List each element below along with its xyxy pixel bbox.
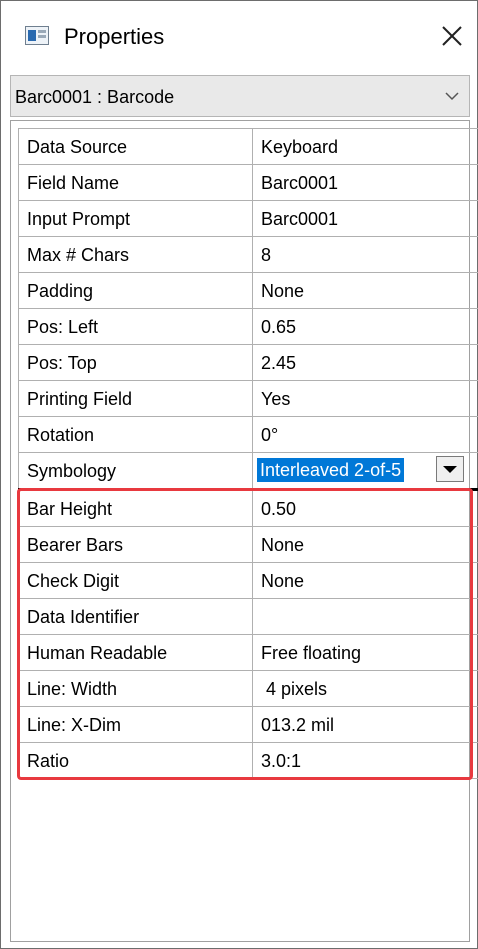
close-icon[interactable] xyxy=(437,21,467,51)
property-value[interactable]: Barc0001 xyxy=(252,200,478,237)
property-grid: Data Source Keyboard Field Name Barc0001… xyxy=(10,120,478,942)
property-name: Check Digit xyxy=(18,562,253,599)
property-row[interactable]: Padding None xyxy=(18,272,478,309)
property-row[interactable]: Bearer Bars None xyxy=(18,526,478,563)
property-value[interactable]: 0.65 xyxy=(252,308,478,345)
property-name: Line: Width xyxy=(18,670,253,707)
property-value[interactable]: None xyxy=(252,562,478,599)
property-name: Symbology xyxy=(18,452,253,491)
property-name: Bearer Bars xyxy=(18,526,253,563)
property-name: Data Identifier xyxy=(18,598,253,635)
property-value[interactable]: Keyboard xyxy=(252,128,478,165)
property-value[interactable]: 8 xyxy=(252,236,478,273)
properties-window: Properties Barc0001 : Barcode Data Sourc… xyxy=(0,0,478,949)
property-row-symbology[interactable]: Symbology Interleaved 2-of-5 xyxy=(18,452,478,491)
property-row[interactable]: Line: X-Dim 013.2 mil xyxy=(18,706,478,743)
property-value[interactable]: 0° xyxy=(252,416,478,453)
property-name: Bar Height xyxy=(18,489,253,527)
property-row[interactable]: Data Source Keyboard xyxy=(18,128,478,165)
property-name: Printing Field xyxy=(18,380,253,417)
property-value[interactable]: None xyxy=(252,526,478,563)
property-name: Pos: Left xyxy=(18,308,253,345)
property-name: Data Source xyxy=(18,128,253,165)
property-name: Max # Chars xyxy=(18,236,253,273)
property-name: Line: X-Dim xyxy=(18,706,253,743)
property-name: Rotation xyxy=(18,416,253,453)
property-name: Ratio xyxy=(18,742,253,779)
property-value[interactable]: Yes xyxy=(252,380,478,417)
property-table: Data Source Keyboard Field Name Barc0001… xyxy=(18,128,478,779)
property-row[interactable]: Human Readable Free floating xyxy=(18,634,478,671)
property-row[interactable]: Bar Height 0.50 xyxy=(18,489,478,527)
property-row[interactable]: Max # Chars 8 xyxy=(18,236,478,273)
symbology-selected-value[interactable]: Interleaved 2-of-5 xyxy=(257,458,405,482)
property-value[interactable]: 013.2 mil xyxy=(252,706,478,743)
property-row[interactable]: Data Identifier xyxy=(18,598,478,635)
property-value[interactable] xyxy=(252,598,478,635)
symbology-dropdown[interactable]: Interleaved 2-of-5 xyxy=(252,452,478,491)
property-row[interactable]: Pos: Top 2.45 xyxy=(18,344,478,381)
object-selector-dropdown[interactable]: Barc0001 : Barcode xyxy=(10,75,470,117)
property-value[interactable]: Free floating xyxy=(252,634,478,671)
property-value[interactable]: None xyxy=(252,272,478,309)
property-name: Padding xyxy=(18,272,253,309)
property-row[interactable]: Ratio 3.0:1 xyxy=(18,742,478,779)
property-row[interactable]: Printing Field Yes xyxy=(18,380,478,417)
property-row[interactable]: Line: Width 4 pixels xyxy=(18,670,478,707)
window-title: Properties xyxy=(64,24,165,49)
properties-window-icon xyxy=(25,26,49,45)
property-value[interactable]: Barc0001 xyxy=(252,164,478,201)
property-name: Input Prompt xyxy=(18,200,253,237)
property-row[interactable]: Input Prompt Barc0001 xyxy=(18,200,478,237)
object-selector-value: Barc0001 : Barcode xyxy=(15,87,175,107)
property-value[interactable]: 4 pixels xyxy=(252,670,478,707)
property-name: Field Name xyxy=(18,164,253,201)
property-row[interactable]: Field Name Barc0001 xyxy=(18,164,478,201)
property-row[interactable]: Check Digit None xyxy=(18,562,478,599)
dropdown-arrow-icon[interactable] xyxy=(436,456,464,482)
property-name: Human Readable xyxy=(18,634,253,671)
title-bar: Properties xyxy=(1,1,477,73)
property-row[interactable]: Pos: Left 0.65 xyxy=(18,308,478,345)
property-value[interactable]: 3.0:1 xyxy=(252,742,478,779)
property-value[interactable]: 0.50 xyxy=(252,489,478,527)
property-name: Pos: Top xyxy=(18,344,253,381)
property-row[interactable]: Rotation 0° xyxy=(18,416,478,453)
chevron-down-icon[interactable] xyxy=(445,91,459,101)
property-value[interactable]: 2.45 xyxy=(252,344,478,381)
